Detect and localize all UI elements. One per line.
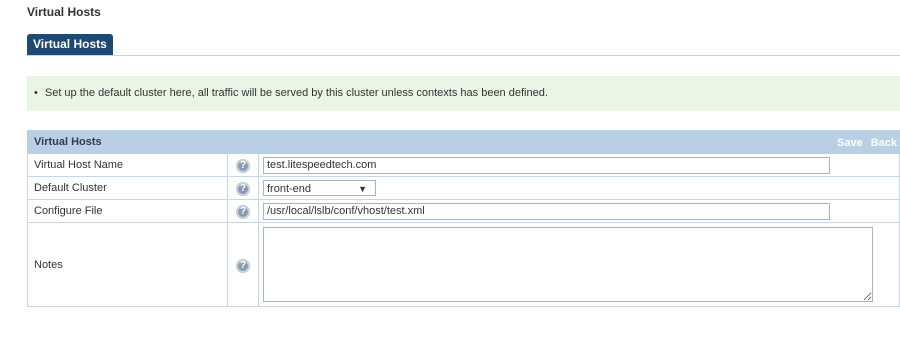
- table-title: Virtual Hosts: [27, 130, 259, 154]
- help-icon[interactable]: ?: [236, 205, 250, 219]
- tab-virtual-hosts[interactable]: Virtual Hosts: [27, 34, 113, 55]
- info-box: • Set up the default cluster here, all tr…: [27, 76, 900, 111]
- virtual-host-name-label: Virtual Host Name: [27, 153, 228, 177]
- notes-textarea[interactable]: [263, 227, 873, 302]
- table-row: Notes ?: [27, 222, 900, 307]
- default-cluster-select[interactable]: front-end ▼: [263, 180, 376, 196]
- back-button[interactable]: Back: [871, 137, 897, 149]
- help-icon[interactable]: ?: [236, 182, 250, 196]
- table-row: Configure File ?: [27, 199, 900, 223]
- bullet-icon: •: [34, 87, 38, 99]
- table-header: Virtual Hosts Save Back: [27, 130, 900, 154]
- notes-label: Notes: [27, 222, 228, 307]
- page-title: Virtual Hosts: [27, 5, 101, 19]
- info-message: • Set up the default cluster here, all tr…: [34, 87, 548, 99]
- virtual-hosts-table: Virtual Hosts Save Back Virtual Host Name…: [27, 130, 900, 307]
- table-row: Virtual Host Name ?: [27, 153, 900, 177]
- virtual-host-name-input[interactable]: [263, 156, 830, 174]
- configure-file-input[interactable]: [263, 202, 830, 220]
- default-cluster-label: Default Cluster: [27, 176, 228, 200]
- info-text: Set up the default cluster here, all tra…: [44, 87, 548, 99]
- table-row: Default Cluster ? front-end ▼: [27, 176, 900, 200]
- dropdown-arrow-icon: ▼: [358, 184, 367, 194]
- save-button[interactable]: Save: [837, 137, 863, 149]
- header-actions: Save Back: [258, 130, 900, 154]
- tab-bar: Virtual Hosts: [27, 34, 900, 56]
- help-icon[interactable]: ?: [236, 159, 250, 173]
- configure-file-label: Configure File: [27, 199, 228, 223]
- default-cluster-value: front-end: [267, 183, 312, 195]
- help-icon[interactable]: ?: [236, 258, 250, 273]
